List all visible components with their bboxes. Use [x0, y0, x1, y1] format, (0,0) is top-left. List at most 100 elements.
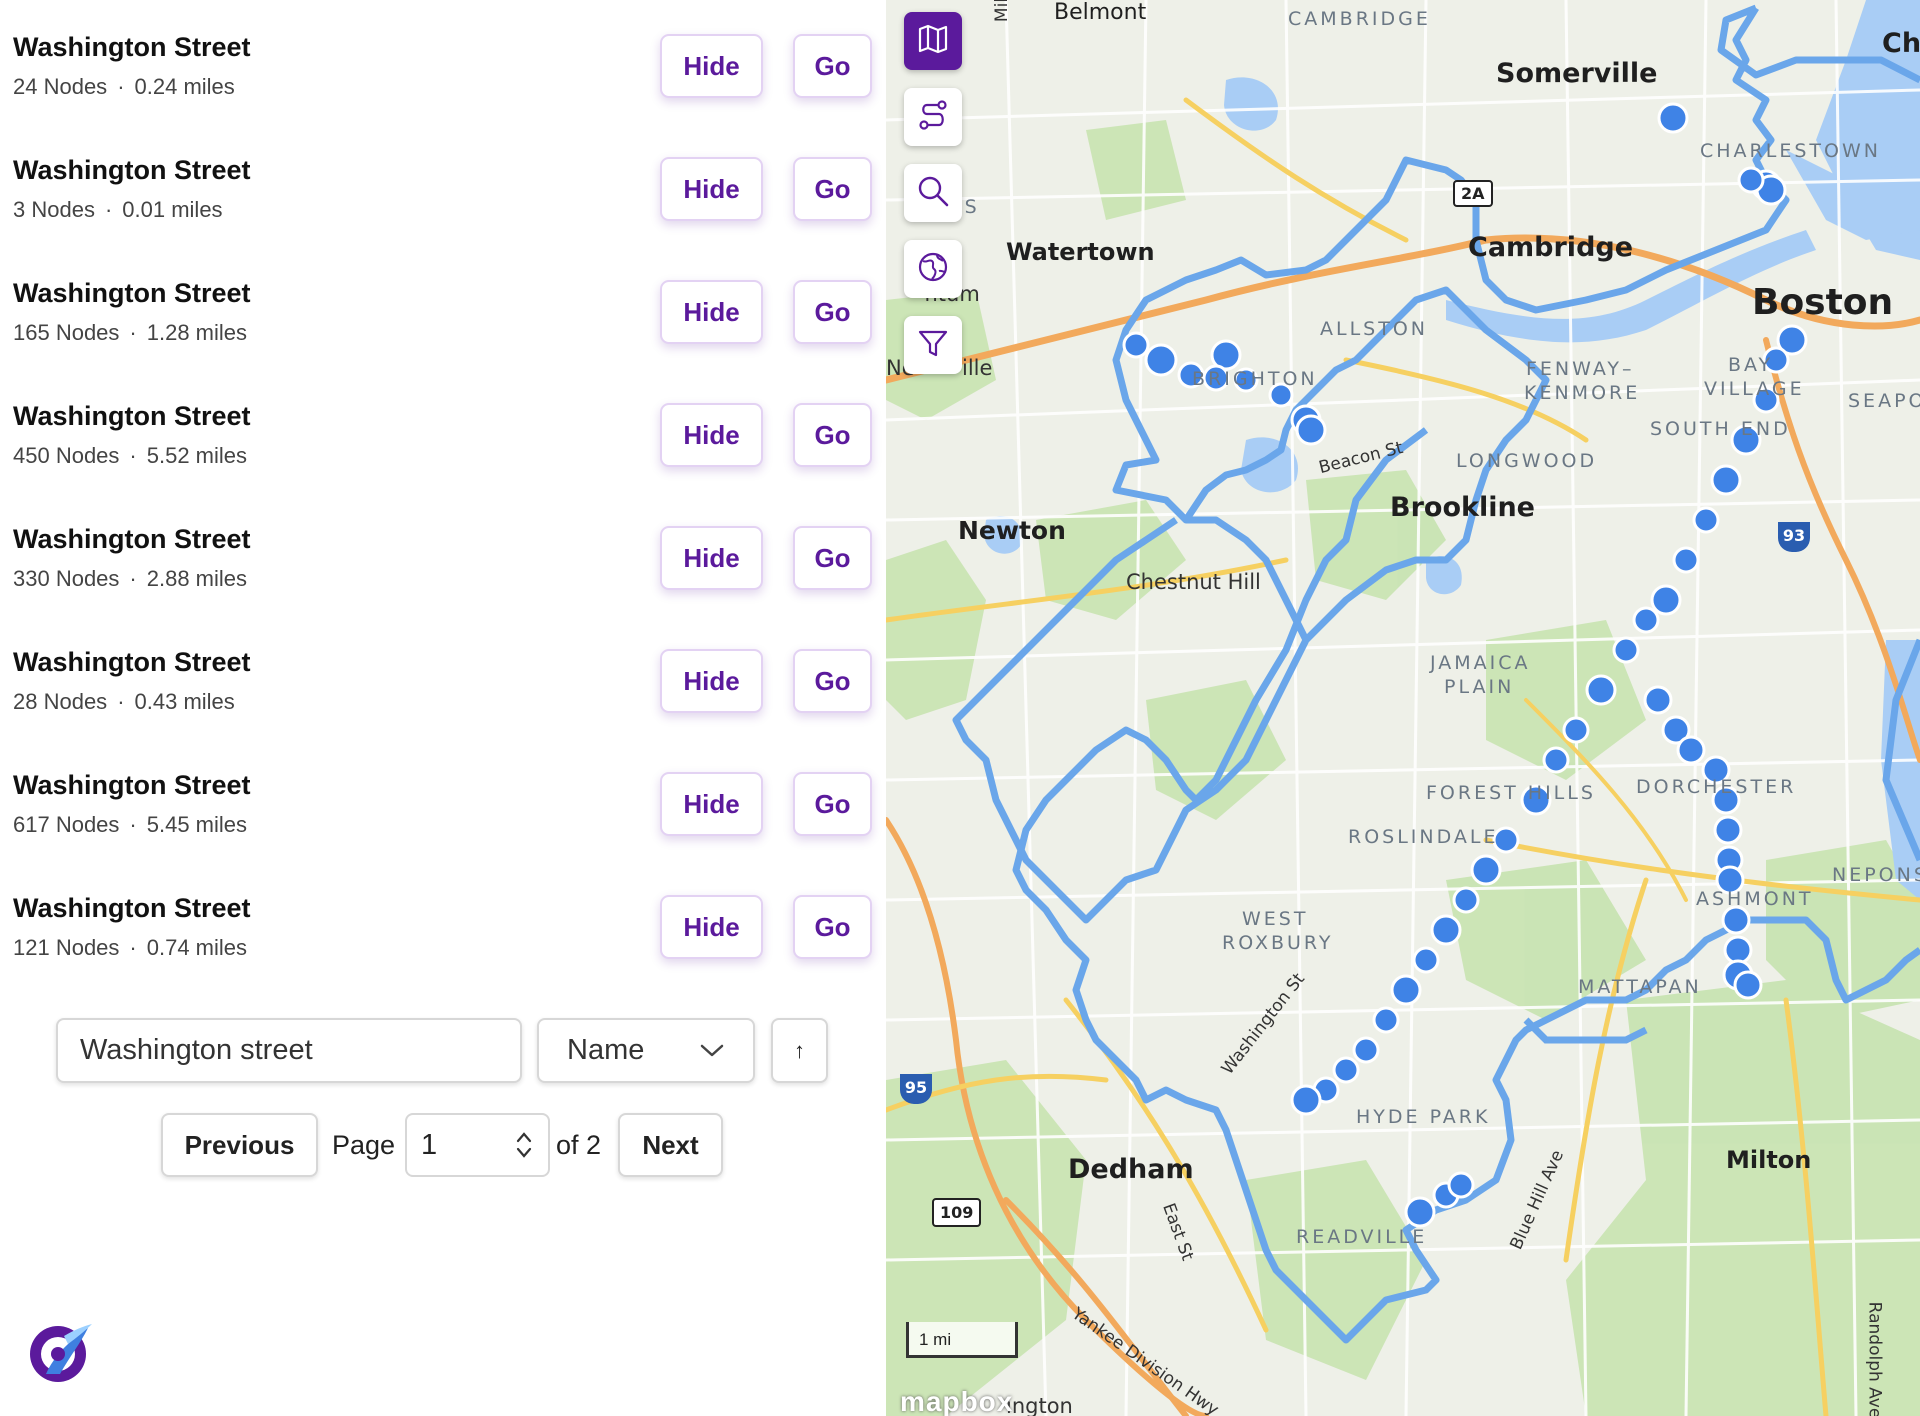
- route-109-shield: 109: [932, 1198, 982, 1227]
- meta-separator: ·: [129, 812, 137, 837]
- route-row: Washington Street 450 Nodes · 5.52 miles H…: [0, 369, 886, 492]
- go-button[interactable]: Go: [793, 280, 872, 344]
- mapbox-attribution[interactable]: mapbox: [900, 1386, 1013, 1416]
- route-distance: 2.88 miles: [146, 566, 248, 591]
- page-number-value: 1: [421, 1128, 438, 1161]
- search-input[interactable]: [56, 1018, 522, 1083]
- route-meta: 3 Nodes · 0.01 miles: [13, 197, 223, 223]
- map-label-hyde-park: HYDE PARK: [1356, 1106, 1491, 1128]
- route-name: Washington Street: [13, 893, 251, 923]
- map-label-chestnut-hill: Chestnut Hill: [1126, 570, 1261, 594]
- route-tool-button[interactable]: [904, 88, 962, 146]
- route-distance: 0.43 miles: [134, 689, 235, 714]
- interstate-95-shield: 95: [900, 1074, 932, 1104]
- go-button[interactable]: Go: [793, 526, 872, 590]
- hide-button[interactable]: Hide: [660, 34, 763, 98]
- map-label-mil: Mil: [992, 0, 1013, 23]
- page-number-input[interactable]: 1: [405, 1113, 550, 1177]
- app-logo-icon: [24, 1316, 96, 1388]
- map-label-south-end: SOUTH END: [1650, 418, 1791, 440]
- route-distance: 5.45 miles: [146, 812, 248, 837]
- route-row: Washington Street 330 Nodes · 2.88 miles H…: [0, 492, 886, 615]
- map-label-brighton: BRIGHTON: [1192, 368, 1318, 390]
- hide-button[interactable]: Hide: [660, 526, 763, 590]
- chevron-down-icon: [699, 1034, 725, 1067]
- hide-button[interactable]: Hide: [660, 895, 763, 959]
- map-label-dedham: Dedham: [1068, 1154, 1194, 1185]
- route-node-count: 450 Nodes: [13, 443, 120, 468]
- route-distance: 1.28 miles: [146, 320, 248, 345]
- route-distance: 0.74 miles: [146, 935, 248, 960]
- meta-separator: ·: [117, 74, 125, 99]
- sort-direction-button[interactable]: ↑: [771, 1018, 828, 1083]
- map-scale-bar: 1 mi: [906, 1322, 1018, 1358]
- globe-icon: [915, 249, 951, 290]
- map-icon: [915, 21, 951, 62]
- go-button[interactable]: Go: [793, 157, 872, 221]
- hide-button[interactable]: Hide: [660, 772, 763, 836]
- map-label-dorchester: DORCHESTER: [1636, 776, 1797, 798]
- search-tool-button[interactable]: [904, 164, 962, 222]
- route-meta: 450 Nodes · 5.52 miles: [13, 443, 247, 469]
- hide-button[interactable]: Hide: [660, 649, 763, 713]
- route-meta: 330 Nodes · 2.88 miles: [13, 566, 247, 592]
- route-name: Washington Street: [13, 770, 251, 800]
- route-distance: 0.01 miles: [122, 197, 223, 222]
- route-distance: 5.52 miles: [146, 443, 248, 468]
- sort-select[interactable]: Name: [537, 1018, 755, 1083]
- hide-button[interactable]: Hide: [660, 157, 763, 221]
- route-name: Washington Street: [13, 647, 251, 677]
- map-label-milton: Milton: [1726, 1146, 1812, 1174]
- map-label-bay: BAY: [1728, 354, 1774, 376]
- route-name: Washington Street: [13, 155, 251, 185]
- go-button[interactable]: Go: [793, 772, 872, 836]
- route-name: Washington Street: [13, 32, 251, 62]
- filter-icon: [915, 325, 951, 366]
- map-label-west: WEST: [1242, 908, 1309, 930]
- map-label-jamaica: JAMAICA: [1430, 652, 1531, 674]
- hide-button[interactable]: Hide: [660, 403, 763, 467]
- map-label-che: Che: [1882, 28, 1920, 59]
- next-button[interactable]: Next: [618, 1113, 723, 1177]
- route-meta: 121 Nodes · 0.74 miles: [13, 935, 247, 961]
- meta-separator: ·: [129, 566, 137, 591]
- go-button[interactable]: Go: [793, 895, 872, 959]
- route-list-panel: Washington Street 24 Nodes · 0.24 miles Hi…: [0, 0, 886, 1416]
- map-view-button[interactable]: [904, 12, 962, 70]
- hide-button[interactable]: Hide: [660, 280, 763, 344]
- map-label-randolph-ave: Randolph Ave: [1864, 1301, 1885, 1416]
- route-name: Washington Street: [13, 278, 251, 308]
- route-distance: 0.24 miles: [134, 74, 235, 99]
- map-label-charlestown: CHARLESTOWN: [1700, 140, 1881, 162]
- filter-tool-button[interactable]: [904, 316, 962, 374]
- map-label-plain: PLAIN: [1444, 676, 1515, 698]
- meta-separator: ·: [117, 689, 125, 714]
- map-label-newton: Newton: [958, 516, 1066, 545]
- map-label-belmont: Belmont: [1054, 0, 1147, 25]
- list-controls: Name ↑ Previous Page 1 of 2 Next: [0, 1010, 886, 1210]
- route-meta: 165 Nodes · 1.28 miles: [13, 320, 247, 346]
- map-label-ashmont: ASHMONT: [1696, 888, 1814, 910]
- map-label-somerville: Somerville: [1496, 58, 1658, 89]
- go-button[interactable]: Go: [793, 34, 872, 98]
- route-meta: 617 Nodes · 5.45 miles: [13, 812, 247, 838]
- route-meta: 28 Nodes · 0.43 miles: [13, 689, 235, 715]
- route-node-count: 617 Nodes: [13, 812, 120, 837]
- stepper-icon[interactable]: [514, 1128, 534, 1162]
- map-label-ington: ington: [1006, 1394, 1073, 1416]
- globe-tool-button[interactable]: [904, 240, 962, 298]
- page-label: Page: [332, 1130, 396, 1160]
- route-icon: [915, 97, 951, 138]
- go-button[interactable]: Go: [793, 649, 872, 713]
- route-name: Washington Street: [13, 524, 251, 554]
- map-label-neponse: NEPONSE: [1832, 864, 1920, 886]
- map-label-forest-hills: FOREST HILLS: [1426, 782, 1596, 804]
- map-label-allston: ALLSTON: [1320, 318, 1429, 340]
- go-button[interactable]: Go: [793, 403, 872, 467]
- map-label-boston: Boston: [1752, 282, 1894, 323]
- route-meta: 24 Nodes · 0.24 miles: [13, 74, 235, 100]
- route-node-count: 3 Nodes: [13, 197, 95, 222]
- map-canvas[interactable]: Belmont Mil CAMBRIDGE Somerville Che CHA…: [886, 0, 1920, 1416]
- map-label-village: VILLAGE: [1704, 378, 1805, 400]
- previous-button[interactable]: Previous: [161, 1113, 318, 1177]
